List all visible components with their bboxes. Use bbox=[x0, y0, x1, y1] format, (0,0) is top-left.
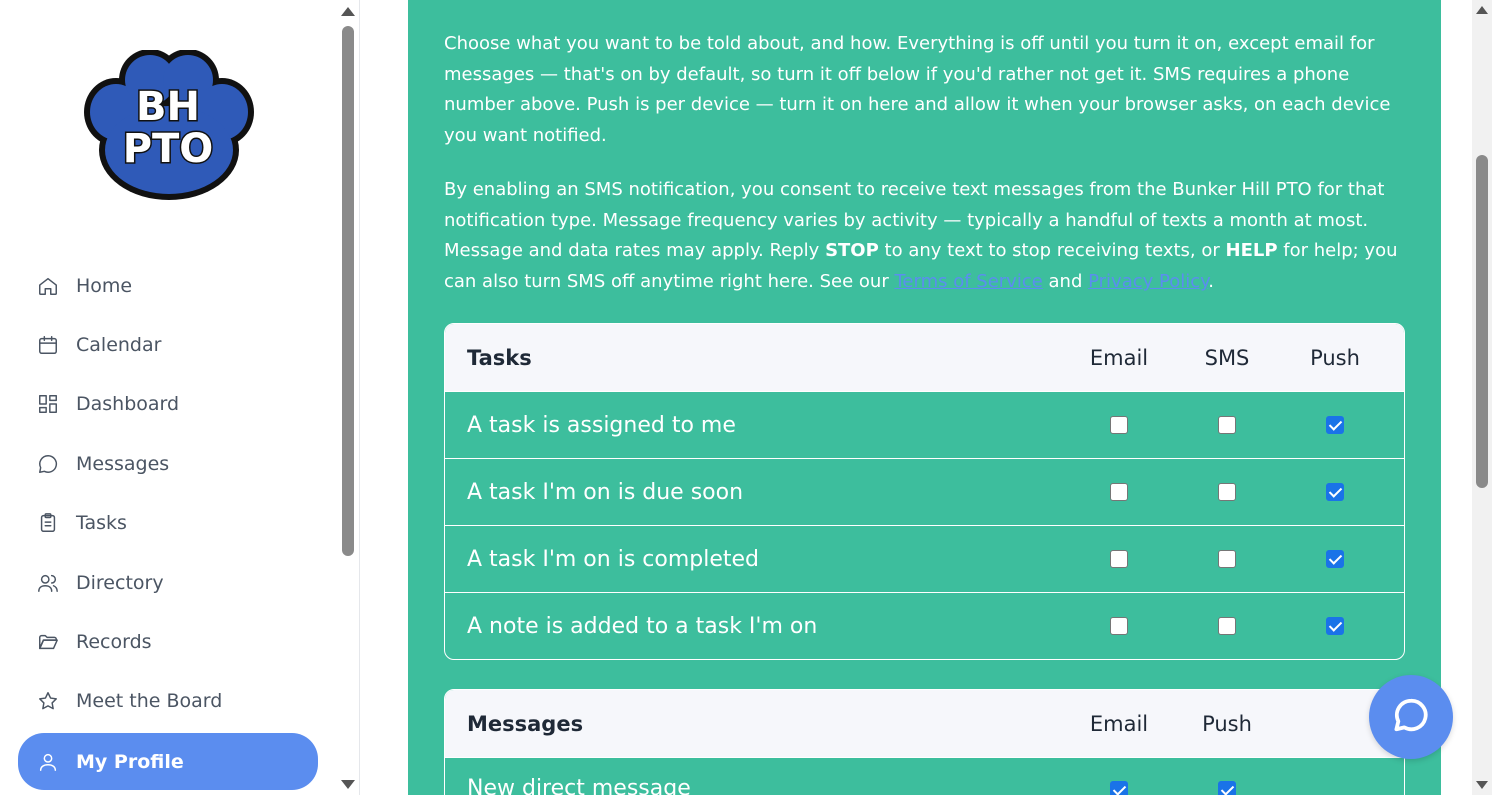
sidebar-item-directory[interactable]: Directory bbox=[18, 553, 318, 612]
sidebar-item-my-profile[interactable]: My Profile bbox=[18, 733, 318, 791]
consent-text-part: to any text to stop receiving texts, or bbox=[878, 240, 1226, 262]
sidebar-item-dashboard[interactable]: Dashboard bbox=[18, 375, 318, 434]
row-label: A note is added to a task I'm on bbox=[467, 613, 818, 639]
sidebar-item-label: Home bbox=[76, 274, 133, 297]
column-header-push: Push bbox=[1202, 711, 1252, 736]
main-scrollbar[interactable] bbox=[1472, 0, 1492, 795]
column-header-sms: SMS bbox=[1204, 345, 1250, 370]
sidebar-nav: Home Calendar Dashboard Messages Tasks D… bbox=[18, 256, 318, 791]
email-checkbox[interactable] bbox=[1110, 617, 1128, 635]
push-checkbox[interactable] bbox=[1326, 617, 1344, 635]
logo-text-pto: PTO bbox=[123, 126, 214, 172]
notification-settings-panel: Choose what you want to be told about, a… bbox=[408, 0, 1441, 795]
chat-button[interactable] bbox=[1369, 675, 1453, 759]
clipboard-icon bbox=[36, 511, 60, 535]
sms-checkbox[interactable] bbox=[1218, 617, 1236, 635]
table-row: A note is added to a task I'm on bbox=[445, 592, 1404, 659]
sidebar: BH PTO Home Calendar Dashboard Messages … bbox=[0, 0, 360, 795]
email-checkbox[interactable] bbox=[1110, 416, 1128, 434]
row-label: A task I'm on is completed bbox=[467, 546, 759, 572]
table-row: A task is assigned to me bbox=[445, 391, 1404, 458]
sidebar-item-label: Directory bbox=[76, 571, 164, 594]
table-title: Messages bbox=[467, 711, 584, 736]
help-keyword: HELP bbox=[1225, 240, 1278, 262]
sidebar-item-messages[interactable]: Messages bbox=[18, 434, 318, 493]
sidebar-scrollbar[interactable] bbox=[337, 0, 359, 795]
table-header: Messages Email Push bbox=[445, 690, 1404, 757]
table-row: New direct message bbox=[445, 757, 1404, 795]
chat-bubble-icon bbox=[1392, 696, 1430, 738]
messages-notification-table: Messages Email Push New direct message bbox=[444, 689, 1405, 795]
scroll-up-arrow-icon[interactable] bbox=[1476, 6, 1488, 14]
sidebar-item-label: Records bbox=[76, 631, 152, 654]
sidebar-item-label: Tasks bbox=[76, 512, 127, 535]
sms-checkbox[interactable] bbox=[1218, 550, 1236, 568]
dashboard-icon bbox=[36, 392, 60, 416]
notification-intro-text: Choose what you want to be told about, a… bbox=[444, 33, 1391, 147]
sidebar-item-label: My Profile bbox=[76, 750, 184, 773]
message-icon bbox=[36, 452, 60, 476]
email-checkbox[interactable] bbox=[1110, 781, 1128, 795]
push-checkbox[interactable] bbox=[1326, 416, 1344, 434]
calendar-icon bbox=[36, 333, 60, 357]
row-label: A task I'm on is due soon bbox=[467, 479, 744, 505]
sidebar-item-label: Dashboard bbox=[76, 393, 180, 416]
table-row: A task I'm on is due soon bbox=[445, 458, 1404, 525]
table-header: Tasks Email SMS Push bbox=[445, 324, 1404, 391]
sidebar-item-records[interactable]: Records bbox=[18, 612, 318, 671]
home-icon bbox=[36, 274, 60, 298]
consent-text-part: and bbox=[1042, 271, 1089, 293]
stop-keyword: STOP bbox=[825, 240, 879, 262]
email-checkbox[interactable] bbox=[1110, 483, 1128, 501]
column-header-email: Email bbox=[1089, 345, 1149, 370]
column-header-push: Push bbox=[1310, 345, 1360, 370]
consent-text-part: . bbox=[1208, 271, 1214, 293]
bhpto-paw-logo[interactable]: BH PTO bbox=[80, 49, 256, 202]
table-row: A task I'm on is completed bbox=[445, 525, 1404, 592]
sidebar-item-tasks[interactable]: Tasks bbox=[18, 494, 318, 553]
privacy-policy-link[interactable]: Privacy Policy bbox=[1088, 271, 1208, 292]
column-header-email: Email bbox=[1089, 711, 1149, 736]
main-content: Choose what you want to be told about, a… bbox=[360, 0, 1492, 795]
row-label: New direct message bbox=[467, 776, 691, 795]
sidebar-item-label: Meet the Board bbox=[76, 690, 223, 713]
sms-consent-text: By enabling an SMS notification, you con… bbox=[444, 175, 1409, 298]
folder-icon bbox=[36, 630, 60, 654]
star-icon bbox=[36, 689, 60, 713]
sms-checkbox[interactable] bbox=[1218, 483, 1236, 501]
push-checkbox[interactable] bbox=[1218, 781, 1236, 795]
scroll-up-arrow-icon[interactable] bbox=[341, 7, 355, 16]
row-label: A task is assigned to me bbox=[467, 412, 736, 438]
sidebar-item-calendar[interactable]: Calendar bbox=[18, 315, 318, 374]
sidebar-item-label: Messages bbox=[76, 452, 170, 475]
sms-checkbox[interactable] bbox=[1218, 416, 1236, 434]
push-checkbox[interactable] bbox=[1326, 550, 1344, 568]
logo-text-bh: BH bbox=[136, 84, 200, 130]
sidebar-item-home[interactable]: Home bbox=[18, 256, 318, 315]
scroll-down-arrow-icon[interactable] bbox=[1476, 781, 1488, 789]
table-title: Tasks bbox=[467, 345, 532, 370]
user-icon bbox=[36, 750, 60, 774]
terms-of-service-link[interactable]: Terms of Service bbox=[894, 271, 1042, 292]
sidebar-item-meet-the-board[interactable]: Meet the Board bbox=[18, 672, 318, 731]
sidebar-item-label: Calendar bbox=[76, 334, 162, 357]
email-checkbox[interactable] bbox=[1110, 550, 1128, 568]
scroll-down-arrow-icon[interactable] bbox=[341, 780, 355, 789]
scrollbar-thumb[interactable] bbox=[342, 26, 354, 556]
scrollbar-thumb[interactable] bbox=[1476, 155, 1488, 488]
push-checkbox[interactable] bbox=[1326, 483, 1344, 501]
users-icon bbox=[36, 571, 60, 595]
tasks-notification-table: Tasks Email SMS Push A task is assigned … bbox=[444, 323, 1405, 660]
